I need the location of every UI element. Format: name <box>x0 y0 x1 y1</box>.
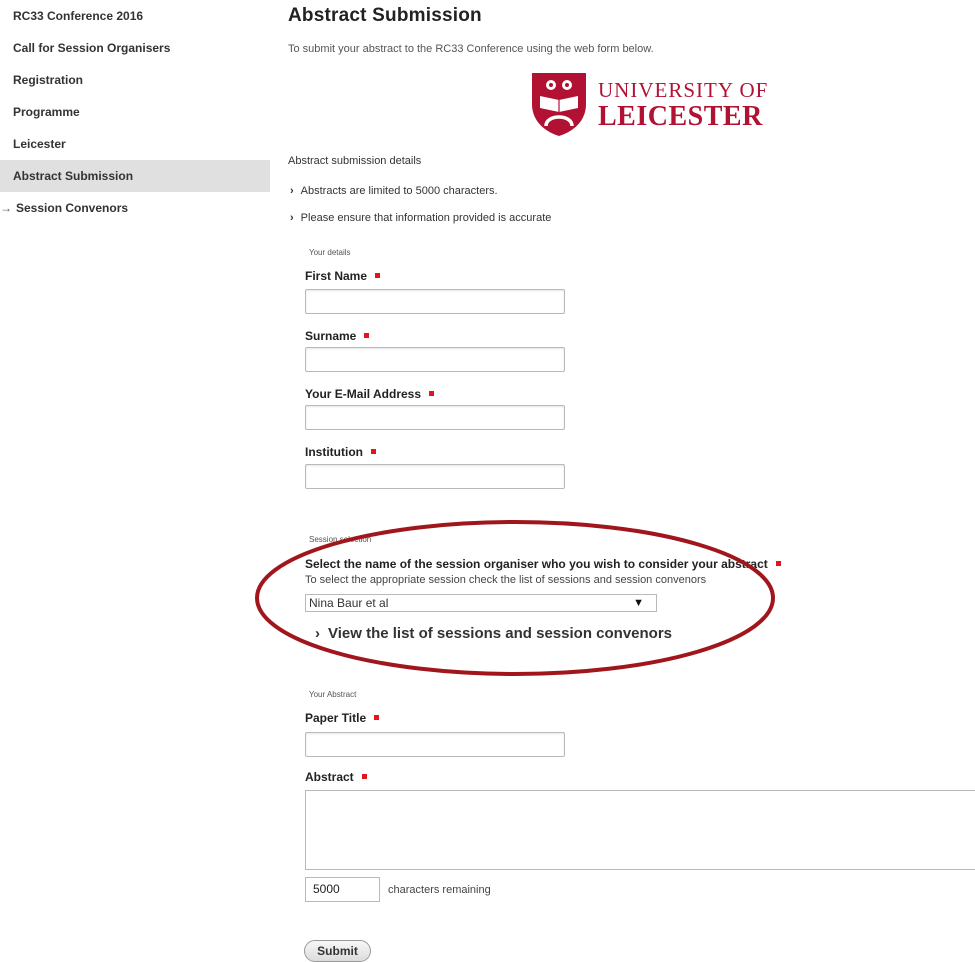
surname-input[interactable] <box>305 347 565 372</box>
your-abstract-legend: Your Abstract <box>309 690 357 699</box>
sidebar-item-programme[interactable]: Programme <box>0 96 270 128</box>
session-organiser-select[interactable]: Nina Baur et al ▼ <box>305 594 657 612</box>
view-sessions-link[interactable]: › View the list of sessions and session c… <box>315 625 672 642</box>
sidebar-item-label: Registration <box>13 73 84 87</box>
paper-title-label: Paper Title <box>305 711 380 725</box>
required-marker <box>775 561 781 567</box>
sidebar-item-label: Leicester <box>13 137 66 151</box>
session-selection-legend: Session selection <box>309 535 372 544</box>
characters-remaining-counter: 5000 <box>305 877 380 902</box>
sidebar-item-label: Session Convenors <box>16 201 129 215</box>
logo-university-of: UNIVERSITY OF <box>598 78 769 102</box>
link-text: View the list of sessions and session co… <box>328 625 673 642</box>
email-input[interactable] <box>305 405 565 430</box>
abstract-textarea[interactable] <box>305 790 975 870</box>
required-marker <box>364 333 370 339</box>
characters-remaining-label: characters remaining <box>388 884 491 896</box>
university-logo: UNIVERSITY OF LEICESTER <box>528 70 788 138</box>
your-details-legend: Your details <box>309 248 351 257</box>
label-text: Abstract <box>305 770 354 784</box>
required-marker <box>370 449 376 455</box>
sidebar-item-leicester[interactable]: Leicester <box>0 128 270 160</box>
label-text: Institution <box>305 445 363 459</box>
info-bullet: › Abstracts are limited to 5000 character… <box>290 185 498 197</box>
sidebar-item-abstract-submission[interactable]: Abstract Submission <box>0 160 270 192</box>
chevron-right-icon: › <box>315 625 320 642</box>
session-help-text: To select the appropriate session check … <box>305 574 707 586</box>
dropdown-caret-icon: ▼ <box>633 597 644 609</box>
submission-details-heading: Abstract submission details <box>288 155 422 167</box>
sidebar-item-label: Abstract Submission <box>13 169 134 183</box>
label-text: Select the name of the session organiser… <box>305 557 768 571</box>
sidebar-item-label: Programme <box>13 105 80 119</box>
paper-title-input[interactable] <box>305 732 565 757</box>
label-text: Your E-Mail Address <box>305 387 422 401</box>
info-bullet: › Please ensure that information provided… <box>290 212 551 224</box>
logo-leicester: LEICESTER <box>598 101 763 132</box>
required-marker <box>361 774 367 780</box>
page-title: Abstract Submission <box>288 5 482 26</box>
session-select-label: Select the name of the session organiser… <box>305 557 781 571</box>
sidebar-item-label: RC33 Conference 2016 <box>13 9 144 23</box>
select-value: Nina Baur et al <box>309 596 389 610</box>
sidebar-item-session-convenors[interactable]: → Session Convenors <box>0 192 270 224</box>
arrow-right-icon: → <box>0 201 12 215</box>
first-name-input[interactable] <box>305 289 565 314</box>
surname-label: Surname <box>305 329 370 343</box>
label-text: Paper Title <box>305 711 367 725</box>
label-text: First Name <box>305 269 368 283</box>
bullet-text: Abstracts are limited to 5000 characters… <box>300 185 498 197</box>
intro-text: To submit your abstract to the RC33 Conf… <box>288 43 654 55</box>
sidebar-item-registration[interactable]: Registration <box>0 64 270 96</box>
chevron-right-icon: › <box>290 212 294 224</box>
sidebar-item-rc33-conference[interactable]: RC33 Conference 2016 <box>0 0 270 32</box>
institution-label: Institution <box>305 445 376 459</box>
shield-logo-icon <box>532 73 586 136</box>
first-name-label: First Name <box>305 269 381 283</box>
email-label: Your E-Mail Address <box>305 387 435 401</box>
sidebar-item-call-for-session-organisers[interactable]: Call for Session Organisers <box>0 32 270 64</box>
required-marker <box>429 391 435 397</box>
sidebar-item-label: Call for Session Organisers <box>13 41 171 55</box>
abstract-label: Abstract <box>305 770 367 784</box>
label-text: Surname <box>305 329 357 343</box>
required-marker <box>374 715 380 721</box>
required-marker <box>375 273 381 279</box>
institution-input[interactable] <box>305 464 565 489</box>
sidebar-nav: RC33 Conference 2016 Call for Session Or… <box>0 0 270 224</box>
chevron-right-icon: › <box>290 185 294 197</box>
bullet-text: Please ensure that information provided … <box>300 212 552 224</box>
